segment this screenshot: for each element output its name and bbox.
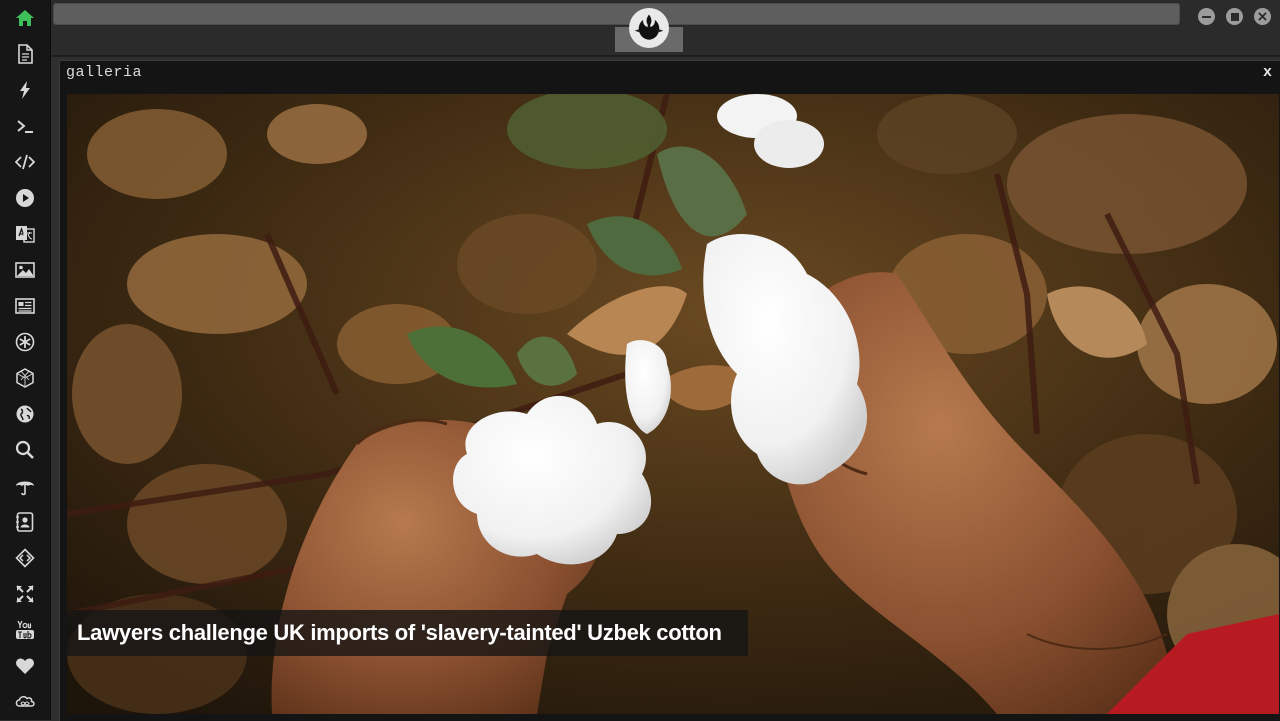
close-icon[interactable] [1254, 8, 1271, 25]
heart-icon[interactable] [12, 653, 38, 679]
terminal-icon[interactable] [12, 113, 38, 139]
cube-icon[interactable] [12, 365, 38, 391]
gallery-close-button[interactable]: x [1263, 64, 1272, 81]
contact-card-icon[interactable] [12, 509, 38, 535]
newspaper-icon[interactable] [12, 293, 38, 319]
photo-caption: Lawyers challenge UK imports of 'slavery… [66, 610, 748, 656]
infinity-cloud-icon[interactable] [12, 689, 38, 715]
image-icon[interactable] [12, 257, 38, 283]
code-diamond-icon[interactable] [12, 545, 38, 571]
gallery-title: galleria [66, 64, 143, 81]
minimize-icon[interactable] [1198, 8, 1215, 25]
umbrella-icon[interactable] [12, 473, 38, 499]
globe-icon[interactable] [12, 401, 38, 427]
expand-icon[interactable] [12, 581, 38, 607]
home-icon[interactable] [12, 5, 38, 31]
play-icon[interactable] [12, 185, 38, 211]
lightning-icon[interactable] [12, 77, 38, 103]
translate-icon[interactable] [12, 221, 38, 247]
search-icon[interactable] [12, 437, 38, 463]
address-bar[interactable] [53, 3, 1180, 25]
caption-text: Lawyers challenge UK imports of 'slavery… [77, 620, 722, 645]
settings-asterisk-icon[interactable] [12, 329, 38, 355]
rebel-alliance-icon[interactable] [629, 8, 669, 48]
app-dock [0, 0, 51, 720]
document-icon[interactable] [12, 41, 38, 67]
code-icon[interactable] [12, 149, 38, 175]
youtube-icon[interactable] [12, 617, 38, 643]
maximize-icon[interactable] [1226, 8, 1243, 25]
